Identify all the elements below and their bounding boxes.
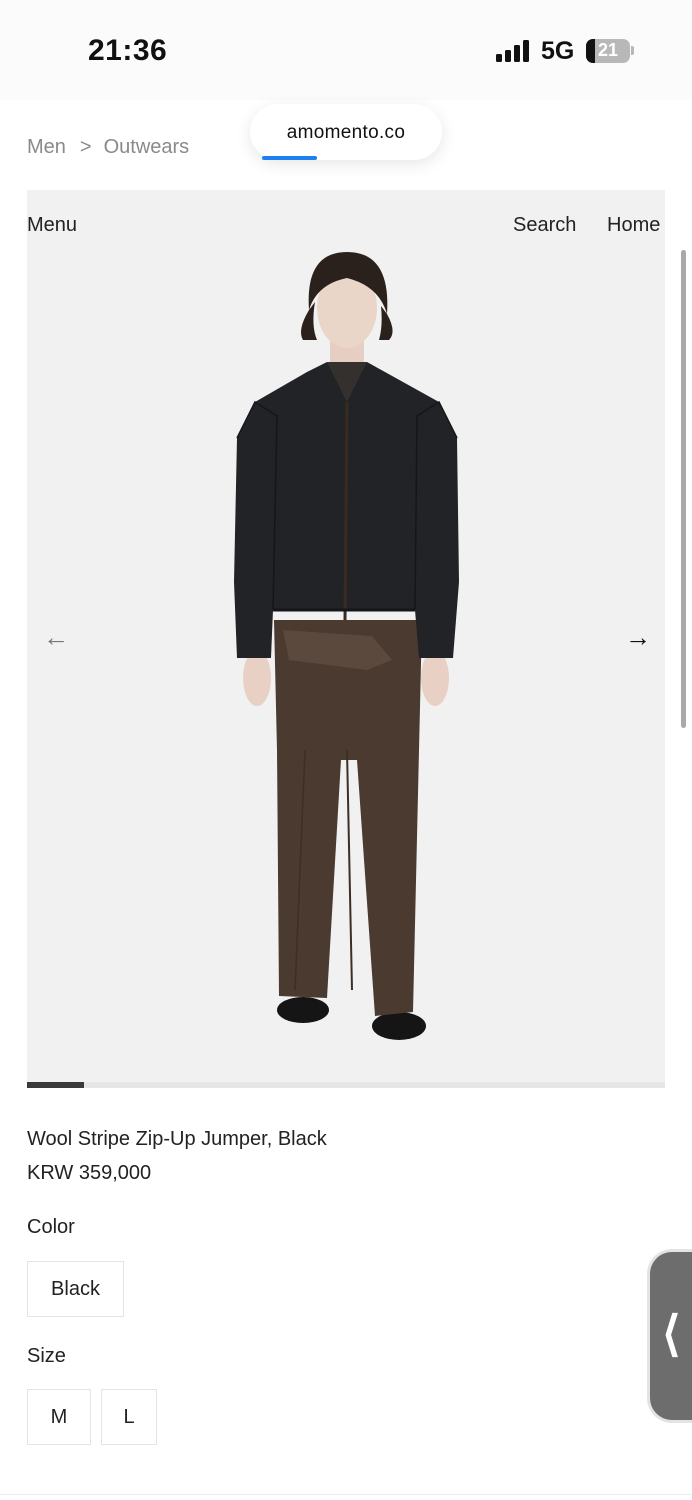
chevron-left-icon: ⟨ [662, 1308, 681, 1361]
product-price: KRW 359,000 [27, 1162, 152, 1184]
gallery-scrollbar-thumb[interactable] [27, 1082, 85, 1088]
divider [0, 1494, 692, 1495]
network-type: 5G [541, 37, 575, 65]
battery-tip [631, 46, 634, 55]
battery-level: 21 [597, 40, 619, 60]
cellular-signal-icon [496, 40, 532, 62]
page-load-progress [262, 156, 318, 160]
breadcrumb-separator: > [79, 136, 92, 158]
page-scrollbar[interactable] [681, 250, 686, 728]
product-image [234, 252, 459, 1040]
product-name: Wool Stripe Zip-Up Jumper, Black [27, 1128, 327, 1150]
product-gallery[interactable]: Menu Search Home ← → [27, 190, 665, 1082]
color-option-black[interactable]: Black [27, 1261, 124, 1317]
size-label: Size [27, 1345, 66, 1367]
url-bar[interactable]: amomento.co [250, 104, 442, 160]
size-option-m[interactable]: M [27, 1389, 91, 1445]
status-time: 21:36 [88, 34, 168, 67]
arrow-left-icon[interactable]: ← [43, 622, 69, 653]
size-option-l[interactable]: L [101, 1389, 157, 1445]
side-panel-tab[interactable]: ⟨ [650, 1252, 692, 1420]
breadcrumb-men[interactable]: Men [27, 136, 66, 158]
arrow-right-icon[interactable]: → [625, 622, 651, 653]
url-text: amomento.co [286, 122, 406, 143]
status-bar: 21:36 5G 21 [0, 0, 692, 100]
breadcrumb-outwears[interactable]: Outwears [104, 136, 190, 158]
gallery-scrollbar[interactable] [27, 1082, 665, 1088]
breadcrumb: Men > Outwears [27, 136, 189, 159]
color-label: Color [27, 1216, 75, 1238]
battery-icon: 21 [586, 39, 630, 63]
